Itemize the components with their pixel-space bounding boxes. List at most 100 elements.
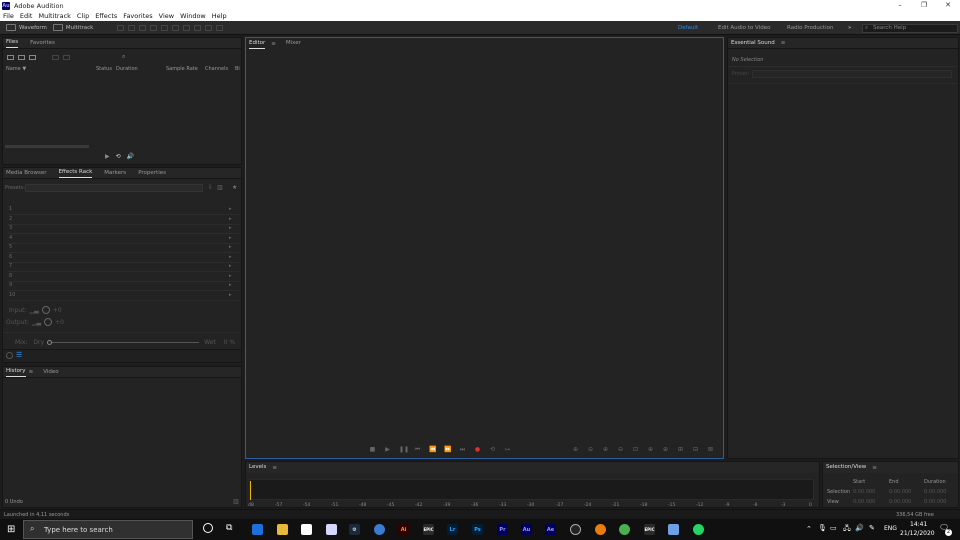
tab-properties[interactable]: Properties bbox=[138, 169, 166, 178]
menu-file[interactable]: File bbox=[0, 11, 17, 21]
tab-essential-sound[interactable]: Essential Sound bbox=[731, 39, 775, 48]
effect-slot[interactable]: 8 ▸ bbox=[7, 273, 239, 282]
output-gain-knob[interactable] bbox=[44, 318, 53, 326]
tab-files[interactable]: Files bbox=[6, 38, 19, 48]
effect-slot[interactable]: 2 ▸ bbox=[7, 216, 239, 225]
menu-multitrack[interactable]: Multitrack bbox=[35, 11, 73, 21]
tab-favorites[interactable]: Favorites bbox=[30, 39, 55, 48]
history-menu-icon[interactable]: ≡ bbox=[29, 369, 34, 375]
selection-duration-value[interactable]: 0:00.000 bbox=[924, 489, 946, 495]
workspace-radio-production[interactable]: Radio Production bbox=[787, 25, 833, 31]
menu-view[interactable]: View bbox=[156, 11, 177, 21]
chrome-icon[interactable] bbox=[619, 524, 630, 535]
delete-preset-icon[interactable]: ▥ bbox=[217, 184, 223, 191]
slot-arrow-icon[interactable]: ▸ bbox=[229, 244, 232, 250]
zoom-to-fit-icon[interactable]: ⊟ bbox=[692, 446, 699, 453]
menu-effects[interactable]: Effects bbox=[92, 11, 120, 21]
presets-dropdown[interactable] bbox=[25, 184, 203, 192]
video-editor-icon[interactable] bbox=[326, 524, 337, 535]
workspace-edit-audio-video[interactable]: Edit Audio to Video bbox=[718, 25, 770, 31]
slot-arrow-icon[interactable]: ▸ bbox=[229, 273, 232, 279]
effect-slot[interactable]: 6 ▸ bbox=[7, 254, 239, 263]
tab-media-browser[interactable]: Media Browser bbox=[6, 169, 47, 178]
skip-forward-icon[interactable]: ⏭ bbox=[459, 446, 466, 453]
notepad-icon[interactable] bbox=[668, 524, 679, 535]
clock-date[interactable]: 21/12/2020 bbox=[900, 530, 935, 537]
menu-clip[interactable]: Clip bbox=[74, 11, 92, 21]
selection-end-value[interactable]: 0:00.000 bbox=[889, 489, 911, 495]
input-gain-knob[interactable] bbox=[41, 306, 50, 314]
essential-sound-menu-icon[interactable]: ≡ bbox=[781, 40, 786, 46]
menu-edit[interactable]: Edit bbox=[17, 11, 36, 21]
slot-arrow-icon[interactable]: ▸ bbox=[229, 216, 232, 222]
play-preview-icon[interactable]: ▶ bbox=[105, 153, 110, 160]
zoom-in-amplitude-icon[interactable]: ⊕ bbox=[572, 446, 579, 453]
mix-slider[interactable] bbox=[47, 340, 200, 345]
task-view-icon[interactable]: ⧉ bbox=[226, 523, 232, 533]
language-indicator[interactable]: ENG bbox=[884, 525, 897, 532]
uplay-icon[interactable] bbox=[374, 524, 385, 535]
zoom-out-time-icon[interactable]: ⊖ bbox=[617, 446, 624, 453]
effect-slot[interactable]: 4 ▸ bbox=[7, 235, 239, 244]
search-help-input[interactable]: ⌕ Search Help bbox=[862, 24, 958, 33]
tab-history[interactable]: History bbox=[6, 367, 26, 377]
move-tool-icon[interactable] bbox=[139, 24, 147, 31]
col-status[interactable]: Status bbox=[96, 66, 112, 72]
epic-games-icon[interactable]: EPIC bbox=[423, 524, 434, 535]
loop-icon[interactable]: ⟲ bbox=[489, 446, 496, 453]
premiere-icon[interactable]: Pr bbox=[497, 524, 508, 535]
illustrator-icon[interactable]: Ai bbox=[398, 524, 409, 535]
tab-mixer[interactable]: Mixer bbox=[286, 39, 301, 48]
col-duration[interactable]: Duration bbox=[116, 66, 138, 72]
workspace-default[interactable]: Default bbox=[678, 25, 698, 31]
zoom-reset-icon[interactable]: ⊠ bbox=[707, 446, 714, 453]
menu-favorites[interactable]: Favorites bbox=[120, 11, 155, 21]
slot-arrow-icon[interactable]: ▸ bbox=[229, 263, 232, 269]
col-bits[interactable]: Bi bbox=[235, 66, 240, 72]
battery-icon[interactable]: ▭ bbox=[830, 524, 837, 532]
microphone-icon[interactable]: 🎙 bbox=[818, 524, 827, 532]
rewind-icon[interactable]: ⏪ bbox=[429, 446, 436, 453]
slot-arrow-icon[interactable]: ▸ bbox=[229, 282, 232, 288]
marquee-icon[interactable] bbox=[183, 24, 191, 31]
effects-list-icon[interactable]: ☰ bbox=[16, 351, 22, 359]
xbox-icon[interactable] bbox=[570, 524, 581, 535]
slot-arrow-icon[interactable]: ▸ bbox=[229, 206, 232, 212]
brush-icon[interactable] bbox=[205, 24, 213, 31]
autoplay-icon[interactable]: 🔊 bbox=[127, 153, 134, 160]
tab-levels[interactable]: Levels bbox=[249, 463, 266, 472]
pitch-icon[interactable] bbox=[128, 24, 136, 31]
spectral-icon[interactable] bbox=[117, 24, 125, 31]
zoom-out-amplitude-icon[interactable]: ⊖ bbox=[587, 446, 594, 453]
col-sample-rate[interactable]: Sample Rate bbox=[166, 66, 198, 72]
tab-video[interactable]: Video bbox=[43, 368, 58, 377]
slip-tool-icon[interactable] bbox=[161, 24, 169, 31]
file-explorer-icon[interactable] bbox=[277, 524, 288, 535]
menu-window[interactable]: Window bbox=[177, 11, 209, 21]
zoom-in-time-icon[interactable]: ⊕ bbox=[602, 446, 609, 453]
time-selection-icon[interactable] bbox=[172, 24, 180, 31]
selection-start-value[interactable]: 0:00.000 bbox=[853, 489, 875, 495]
windows-start-icon[interactable]: ⊞ bbox=[7, 524, 15, 535]
record-icon[interactable]: ● bbox=[474, 446, 481, 453]
taskbar-search-box[interactable]: ⌕ Type here to search bbox=[23, 520, 193, 539]
maximize-button[interactable]: ❐ bbox=[912, 0, 936, 11]
effect-slot[interactable]: 3 ▸ bbox=[7, 225, 239, 234]
favorite-star-icon[interactable]: ★ bbox=[232, 184, 237, 191]
save-preset-icon[interactable]: ⇩ bbox=[208, 184, 213, 191]
view-start-value[interactable]: 0:00.000 bbox=[853, 499, 875, 505]
slot-arrow-icon[interactable]: ▸ bbox=[229, 292, 232, 298]
power-toggle-icon[interactable] bbox=[6, 352, 13, 359]
steam-icon[interactable]: ⚙ bbox=[349, 524, 360, 535]
new-file-icon[interactable] bbox=[29, 54, 36, 60]
effect-slot[interactable]: 5 ▸ bbox=[7, 244, 239, 253]
tab-editor[interactable]: Editor bbox=[249, 39, 266, 49]
pen-icon[interactable]: ✎ bbox=[869, 524, 875, 532]
import-icon[interactable] bbox=[18, 54, 25, 60]
slot-arrow-icon[interactable]: ▸ bbox=[229, 235, 232, 241]
zoom-selection-icon[interactable]: ⊞ bbox=[677, 446, 684, 453]
selection-view-menu-icon[interactable]: ≡ bbox=[872, 465, 877, 471]
zoom-out-full-icon[interactable]: ⊡ bbox=[632, 446, 639, 453]
tab-markers[interactable]: Markers bbox=[104, 169, 126, 178]
preset-dropdown[interactable] bbox=[752, 70, 952, 78]
